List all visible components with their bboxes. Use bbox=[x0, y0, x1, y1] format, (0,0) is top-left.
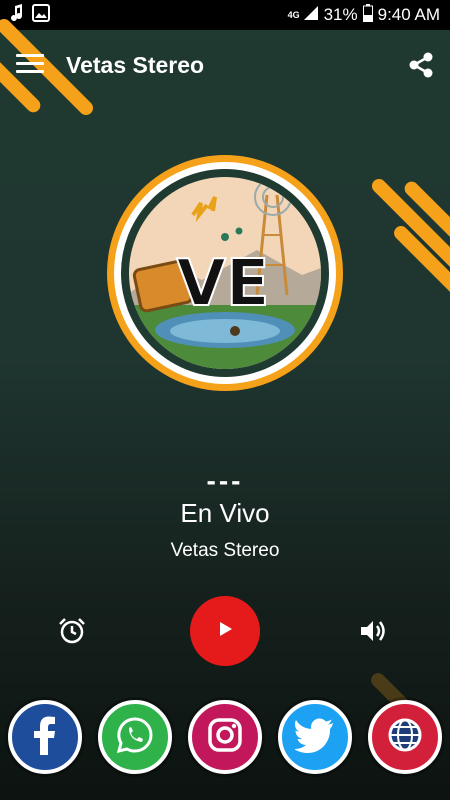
app-title: Vetas Stereo bbox=[66, 52, 205, 78]
now-playing-separator: --- bbox=[206, 465, 244, 496]
hamburger-menu-icon[interactable] bbox=[16, 54, 44, 78]
facebook-icon bbox=[27, 715, 63, 760]
twitter-icon bbox=[294, 717, 335, 758]
play-icon bbox=[215, 619, 235, 644]
music-note-icon bbox=[10, 3, 24, 27]
facebook-button[interactable] bbox=[8, 700, 82, 774]
playback-controls bbox=[0, 596, 450, 668]
image-icon bbox=[32, 3, 50, 27]
alarm-clock-icon[interactable] bbox=[57, 616, 87, 646]
whatsapp-icon bbox=[115, 715, 155, 760]
clock: 9:40 AM bbox=[377, 5, 440, 24]
station-logo: VE bbox=[107, 155, 343, 391]
whatsapp-button[interactable] bbox=[98, 700, 172, 774]
status-bar-right: 4G 31% 9:40 AM bbox=[287, 3, 440, 27]
twitter-button[interactable] bbox=[278, 700, 352, 774]
instagram-button[interactable] bbox=[188, 700, 262, 774]
logo-lettering: VE bbox=[176, 247, 269, 321]
website-button[interactable] bbox=[368, 700, 442, 774]
play-button[interactable] bbox=[190, 596, 260, 666]
volume-icon[interactable] bbox=[357, 616, 387, 646]
share-icon[interactable] bbox=[406, 50, 436, 80]
globe-icon bbox=[385, 715, 425, 760]
signal-icon bbox=[303, 5, 319, 26]
status-bar: 4G 31% 9:40 AM bbox=[0, 0, 450, 30]
status-bar-left bbox=[10, 3, 50, 27]
instagram-icon bbox=[205, 715, 245, 760]
social-bar bbox=[0, 700, 450, 780]
battery-icon bbox=[362, 3, 373, 27]
now-playing-station: Vetas Stereo bbox=[170, 540, 280, 561]
network-4g-icon: 4G bbox=[287, 9, 300, 20]
battery-percent: 31% bbox=[323, 5, 358, 24]
now-playing-title: En Vivo bbox=[180, 498, 270, 528]
app-bar: Vetas Stereo bbox=[0, 36, 450, 96]
